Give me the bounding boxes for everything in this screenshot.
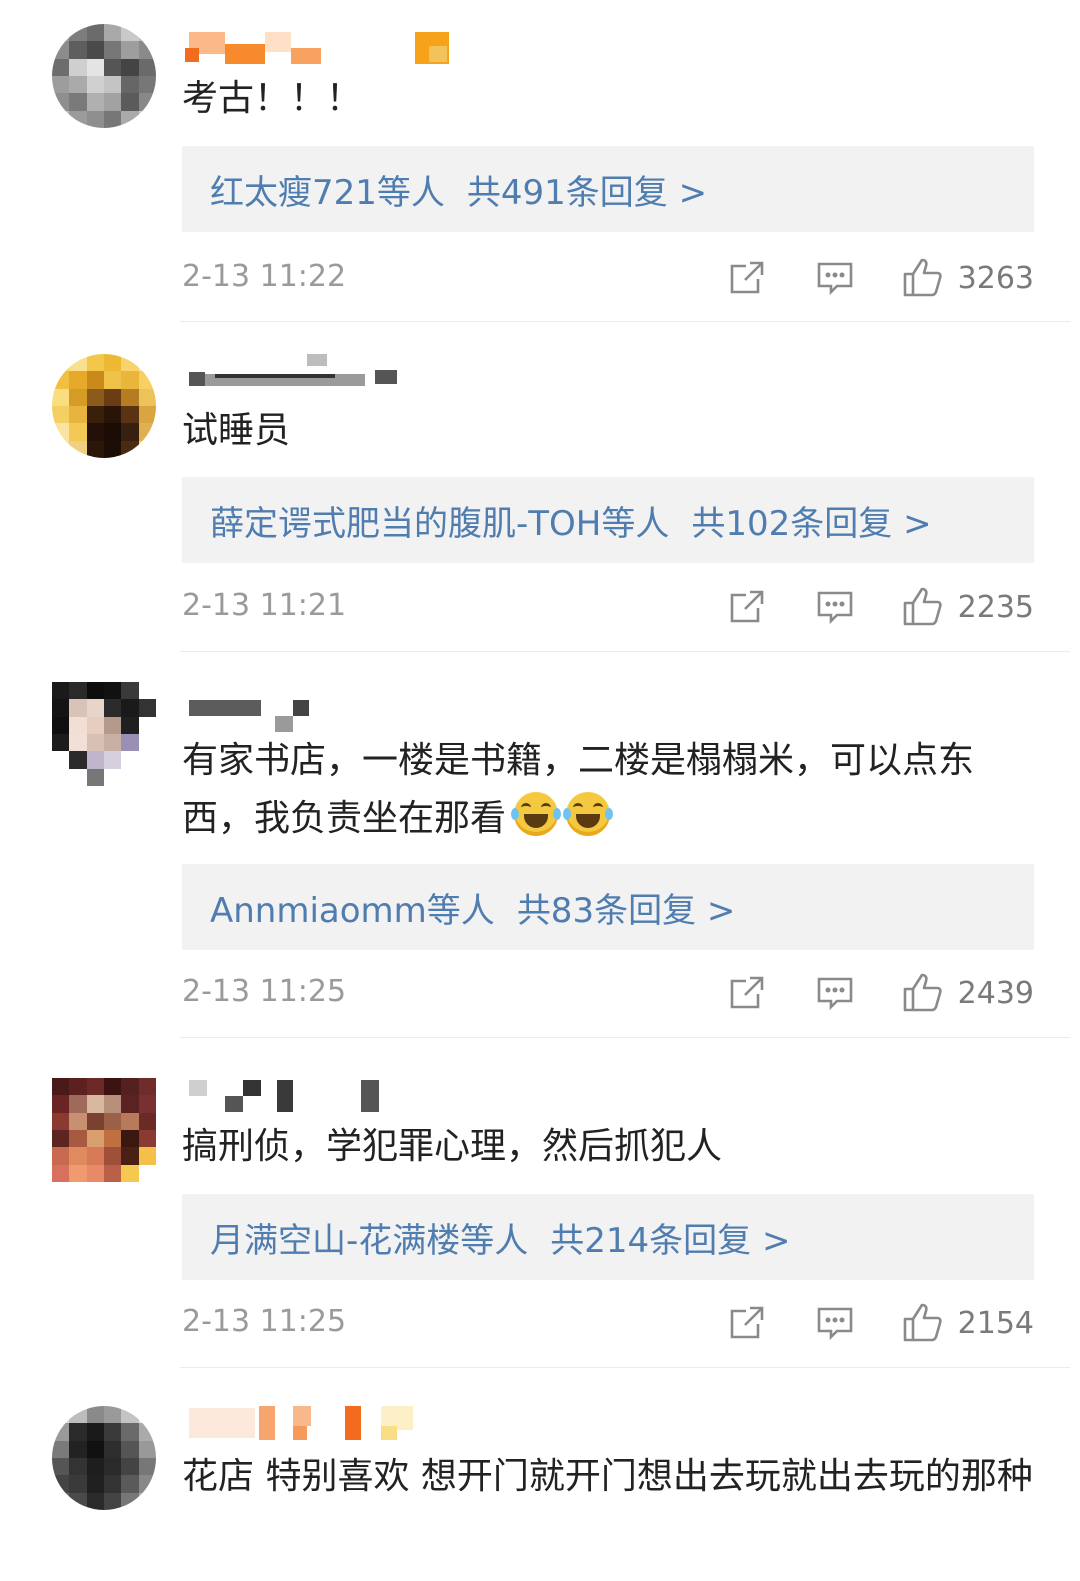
share-forward-icon (730, 590, 763, 623)
reply-names: 红太瘦721等人 (210, 172, 445, 213)
comment-meta: 2-13 11:25 2154 (182, 1298, 1034, 1348)
comment-button[interactable] (816, 1304, 854, 1342)
comment-item: 有家书店，一楼是书籍，二楼是榻榻米，可以点东西，我负责坐在那看 Annmiaom… (0, 652, 1080, 1038)
comment-text: 试睡员 (182, 410, 291, 451)
comment-meta: 2-13 11:25 2439 (182, 968, 1034, 1018)
timestamp: 2-13 11:25 (182, 974, 347, 1009)
comment-text: 花店 特别喜欢 想开门就开门想出去玩就出去玩的那种 (182, 1456, 1033, 1497)
avatar[interactable] (52, 354, 156, 458)
view-replies-link[interactable]: 薛定谔式肥当的腹肌-TOH等人 共102条回复 > (182, 477, 1034, 563)
comment-item: 考古！！！ 红太瘦721等人 共491条回复 > 2-13 11:22 3263 (0, 0, 1080, 322)
comment-feed: 考古！！！ 红太瘦721等人共491条回复 > 2-13 11:22 3263 (0, 0, 1080, 1581)
username-obscured[interactable] (185, 26, 465, 70)
action-bar: 2235 (728, 582, 1034, 632)
comment-text: 搞刑侦，学犯罪心理，然后抓犯人 (182, 1126, 723, 1167)
like-count: 2154 (957, 1305, 1034, 1341)
like-button[interactable]: 2154 (902, 1302, 1034, 1344)
view-replies-link[interactable]: 红太瘦721等人 共491条回复 > (182, 146, 1034, 232)
comment-bubble-icon (817, 262, 852, 296)
thumbs-up-icon (903, 1303, 942, 1342)
reply-names: 月满空山-花满楼等人 (210, 1220, 529, 1261)
comment-button[interactable] (816, 588, 854, 626)
laughing-crying-emoji-icon (511, 792, 562, 836)
view-replies-link[interactable]: 月满空山-花满楼等人 共214条回复 > (182, 1194, 1034, 1280)
comment-text: 考古！！！ (182, 78, 363, 119)
thumbs-up-icon (903, 258, 942, 297)
laughing-crying-emoji-icon (563, 792, 614, 836)
comment-item: 花店 特别喜欢 想开门就开门想出去玩就出去玩的那种 (0, 1368, 1080, 1581)
avatar[interactable] (52, 1406, 156, 1510)
like-button[interactable]: 3263 (902, 257, 1034, 299)
thumbs-up-icon (903, 587, 942, 626)
reply-names: Annmiaomm等人 (210, 890, 495, 931)
action-bar: 2439 (728, 968, 1034, 1018)
timestamp: 2-13 11:21 (182, 588, 347, 623)
forward-button[interactable] (728, 974, 766, 1012)
like-count: 3263 (957, 260, 1034, 296)
forward-button[interactable] (728, 259, 766, 297)
comment-item: 试睡员 薛定谔式肥当的腹肌-TOH等人 共102条回复 > 2-13 11:21 … (0, 322, 1080, 652)
timestamp: 2-13 11:25 (182, 1304, 347, 1339)
view-replies-link[interactable]: Annmiaomm等人 共83条回复 > (182, 864, 1034, 950)
comment-button[interactable] (816, 259, 854, 297)
comment-button[interactable] (816, 974, 854, 1012)
comment-text: 有家书店，一楼是书籍，二楼是榻榻米，可以点东西，我负责坐在那看 (182, 732, 1042, 848)
comment-bubble-icon (817, 591, 852, 625)
username-obscured[interactable] (185, 352, 405, 396)
avatar[interactable] (52, 1078, 156, 1182)
username-obscured[interactable] (185, 692, 325, 736)
reply-count: 共83条回复 > (516, 890, 736, 931)
comment-meta: 2-13 11:21 2235 (182, 582, 1034, 632)
thumbs-up-icon (903, 973, 942, 1012)
comment-bubble-icon (817, 977, 852, 1011)
username-obscured[interactable] (185, 1404, 425, 1448)
timestamp: 2-13 11:22 (182, 259, 347, 294)
action-bar: 2154 (728, 1298, 1034, 1348)
share-forward-icon (730, 1306, 763, 1339)
username-obscured[interactable] (185, 1078, 385, 1122)
like-button[interactable]: 2439 (902, 972, 1034, 1014)
reply-count: 共491条回复 > (466, 172, 708, 213)
avatar[interactable] (52, 682, 156, 786)
reply-names: 薛定谔式肥当的腹肌-TOH等人 (210, 503, 670, 544)
like-count: 2439 (957, 975, 1034, 1011)
comment-item: 搞刑侦，学犯罪心理，然后抓犯人 月满空山-花满楼等人 共214条回复 > 2-13… (0, 1038, 1080, 1368)
forward-button[interactable] (728, 1304, 766, 1342)
comment-meta: 2-13 11:22 3263 (182, 253, 1034, 303)
action-bar: 3263 (728, 253, 1034, 303)
comment-bubble-icon (817, 1307, 852, 1341)
forward-button[interactable] (728, 588, 766, 626)
share-forward-icon (730, 261, 763, 294)
share-forward-icon (730, 976, 763, 1009)
reply-count: 共214条回复 > (550, 1220, 791, 1261)
like-button[interactable]: 2235 (902, 586, 1034, 628)
like-count: 2235 (957, 589, 1034, 625)
avatar[interactable] (52, 24, 156, 128)
reply-count: 共102条回复 > (691, 503, 932, 544)
